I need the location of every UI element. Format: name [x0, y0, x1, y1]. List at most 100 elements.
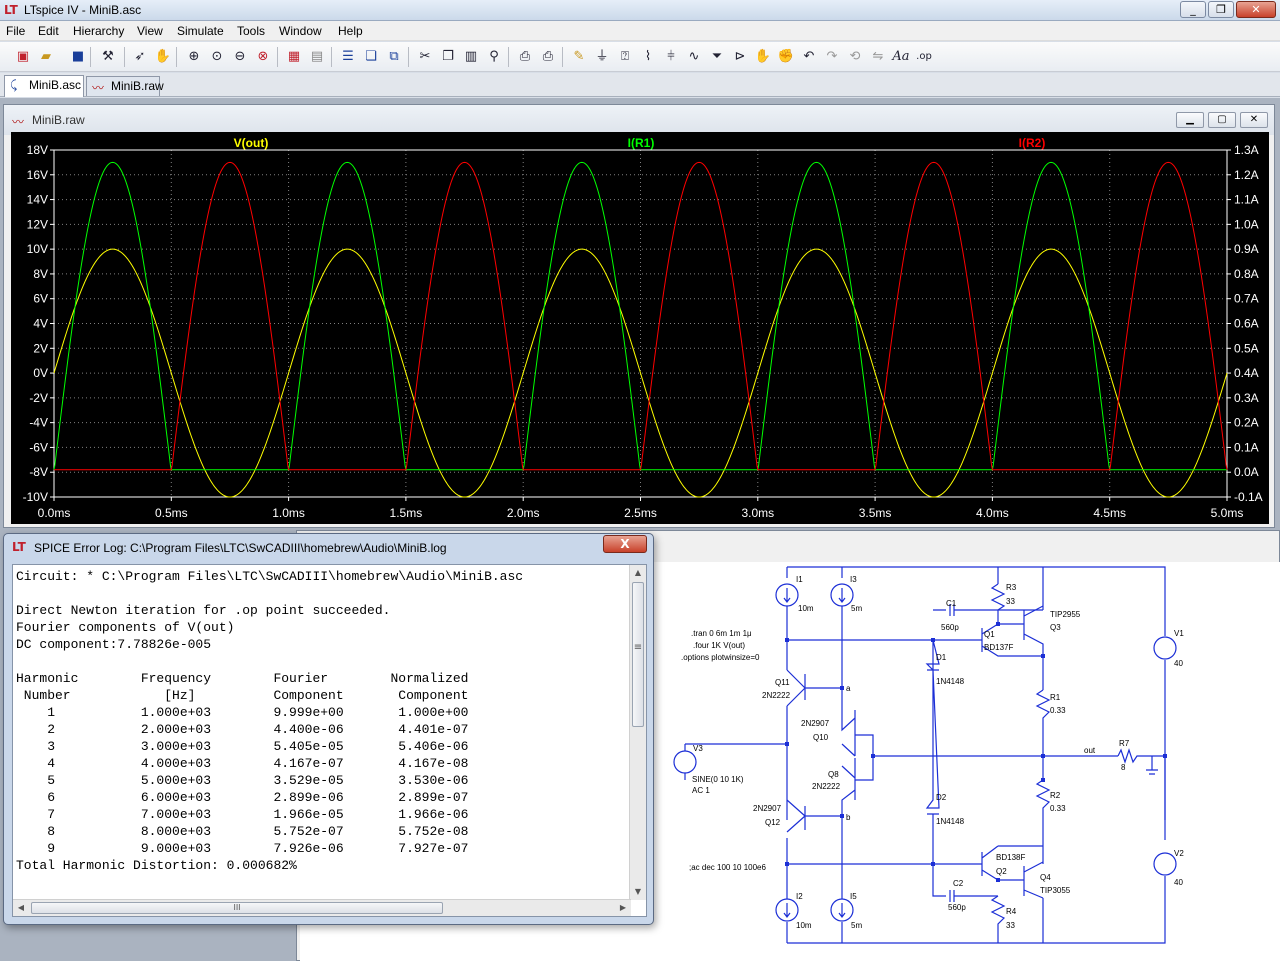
schematic-icon: ⤹: [10, 78, 18, 92]
spice-directive-icon[interactable]: .op: [914, 47, 934, 67]
label-I2: I2: [796, 892, 803, 901]
diode-icon[interactable]: ⏷: [707, 47, 727, 67]
y-right-tick-label: 0.0A: [1234, 465, 1259, 479]
menu-view[interactable]: View: [137, 24, 163, 38]
scroll-left-arrow-icon[interactable]: ◀: [13, 900, 29, 916]
error-log-close-button[interactable]: X: [603, 535, 647, 553]
zoom-in-icon[interactable]: ⊕: [184, 47, 204, 67]
ltspice-logo-icon: LT: [4, 3, 18, 17]
ac-comment[interactable]: ;ac dec 100 10 100e6: [689, 863, 767, 872]
paste-icon[interactable]: ▥: [461, 47, 481, 67]
move-icon[interactable]: ✋: [753, 47, 773, 67]
toolbar: ▣ ▰ ■ ⚒ ➶ ✋ ⊕ ⊙ ⊖ ⊗ ▦ ▤ ☰ ❏ ⧉ ✂ ❐ ▥ ⚲ ⎙ …: [0, 42, 1280, 72]
label-D1: D1: [936, 653, 947, 662]
autorange-icon[interactable]: ▦: [284, 47, 304, 67]
window-title: LTspice IV - MiniB.asc: [24, 3, 142, 17]
menu-edit[interactable]: Edit: [38, 24, 59, 38]
document-tabs: ⤹ MiniB.asc 〰 MiniB.raw: [0, 73, 1280, 97]
wire-icon[interactable]: ✎: [569, 47, 589, 67]
y-right-tick-label: 0.4A: [1234, 366, 1259, 380]
title-bar: LT LTspice IV - MiniB.asc _ ❐ ✕: [0, 0, 1280, 21]
waveform-minimize-button[interactable]: ▁: [1176, 112, 1204, 128]
menu-help[interactable]: Help: [338, 24, 363, 38]
zoom-out-icon[interactable]: ⊖: [230, 47, 250, 67]
value-V2: 40: [1174, 878, 1183, 887]
net-label-out: out: [1084, 746, 1096, 755]
spice-directive-tran[interactable]: .tran 0 6m 1m 1μ: [691, 629, 752, 638]
print-setup-icon[interactable]: ⎙: [515, 47, 535, 67]
trace-legend-label[interactable]: I(R2): [1019, 136, 1046, 150]
rotate-icon[interactable]: ⟲: [845, 47, 865, 67]
menu-simulate[interactable]: Simulate: [177, 24, 224, 38]
cascade-icon[interactable]: ❏: [361, 47, 381, 67]
menu-hierarchy[interactable]: Hierarchy: [73, 24, 124, 38]
control-panel-icon[interactable]: ⚒: [98, 47, 118, 67]
restore-button[interactable]: ❐: [1208, 1, 1234, 18]
scroll-down-arrow-icon[interactable]: ▼: [630, 884, 646, 900]
error-log-dialog: LT SPICE Error Log: C:\Program Files\LTC…: [3, 533, 654, 925]
capacitor-icon[interactable]: ⫩: [661, 47, 681, 67]
close-all-icon[interactable]: ⧉: [384, 47, 404, 67]
label-I3: I3: [850, 575, 857, 584]
label-V1: V1: [1174, 629, 1184, 638]
open-icon[interactable]: ▰: [36, 47, 56, 67]
save-icon[interactable]: ■: [68, 47, 88, 67]
log-line: Harmonic Frequency Fourier Normalized: [16, 671, 469, 686]
text-icon[interactable]: Aa: [891, 47, 911, 67]
trace-legend-label[interactable]: I(R1): [628, 136, 655, 150]
label-icon[interactable]: ⍰: [615, 47, 635, 67]
tab-miniB-raw[interactable]: 〰 MiniB.raw: [86, 76, 164, 96]
waveform-close-button[interactable]: ✕: [1240, 112, 1268, 128]
ground-icon[interactable]: ⏚: [592, 47, 612, 67]
vertical-scrollbar[interactable]: ▲ ≡ ▼: [629, 565, 646, 900]
component-icon[interactable]: ⊳: [730, 47, 750, 67]
print-icon[interactable]: ⎙: [538, 47, 558, 67]
log-line: 9 9.000e+03 7.926e-06 7.927e-07: [16, 841, 469, 856]
spice-directive-four[interactable]: .four 1K V(out): [693, 641, 745, 650]
y-right-tick-label: 1.0A: [1234, 217, 1259, 231]
minimize-button[interactable]: _: [1180, 1, 1206, 18]
zoom-pan-icon[interactable]: ⊙: [207, 47, 227, 67]
model-Q8: 2N2222: [812, 782, 841, 791]
cut-icon[interactable]: ✂: [415, 47, 435, 67]
log-line: 3 3.000e+03 5.405e-05 5.406e-06: [16, 739, 469, 754]
model-D1: 1N4148: [936, 677, 965, 686]
run-icon[interactable]: ➶: [130, 47, 150, 67]
scroll-right-arrow-icon[interactable]: ▶: [615, 900, 631, 916]
y-left-tick-label: 14V: [27, 193, 48, 207]
close-button[interactable]: ✕: [1236, 1, 1276, 18]
mirror-icon[interactable]: ⇋: [868, 47, 888, 67]
y-right-tick-label: 0.5A: [1234, 341, 1259, 355]
menu-file[interactable]: File: [6, 24, 25, 38]
waveform-plot[interactable]: 0.0ms 0.5ms 1.0ms 1.5ms 2.0ms 2.5ms 3.0ms 3.5ms…: [11, 132, 1269, 524]
value-R3: 33: [1006, 597, 1015, 606]
copy-icon[interactable]: ❐: [438, 47, 458, 67]
undo-icon[interactable]: ↶: [799, 47, 819, 67]
horizontal-scrollbar[interactable]: ◀ III ▶: [13, 899, 631, 916]
error-log-text-area[interactable]: Circuit: * C:\Program Files\LTC\SwCADIII…: [12, 564, 647, 917]
inductor-icon[interactable]: ∿: [684, 47, 704, 67]
redo-icon[interactable]: ↷: [822, 47, 842, 67]
zoom-fit-icon[interactable]: ⊗: [253, 47, 273, 67]
spice-directive-options[interactable]: .options plotwinsize=0: [681, 653, 760, 662]
value-R4: 33: [1006, 921, 1015, 930]
mark-icon[interactable]: ▤: [307, 47, 327, 67]
new-schematic-icon[interactable]: ▣: [13, 47, 33, 67]
y-left-tick-label: -8V: [29, 465, 48, 479]
drag-icon[interactable]: ✊: [776, 47, 796, 67]
y-left-tick-label: 4V: [33, 317, 48, 331]
tile-icon[interactable]: ☰: [338, 47, 358, 67]
tab-miniB-asc[interactable]: ⤹ MiniB.asc: [4, 75, 84, 97]
find-icon[interactable]: ⚲: [484, 47, 504, 67]
y-right-tick-label: 1.1A: [1234, 193, 1259, 207]
x-tick-label: 2.0ms: [507, 506, 540, 520]
resistor-icon[interactable]: ⌇: [638, 47, 658, 67]
waveform-window-titlebar: 〰 MiniB.raw ▁ ▢ ✕: [4, 105, 1274, 135]
trace-legend-label[interactable]: V(out): [234, 136, 269, 150]
x-tick-label: 0.5ms: [155, 506, 188, 520]
scroll-up-arrow-icon[interactable]: ▲: [630, 565, 646, 581]
menu-window[interactable]: Window: [279, 24, 322, 38]
halt-icon[interactable]: ✋: [153, 47, 173, 67]
menu-tools[interactable]: Tools: [237, 24, 265, 38]
waveform-restore-button[interactable]: ▢: [1208, 112, 1236, 128]
